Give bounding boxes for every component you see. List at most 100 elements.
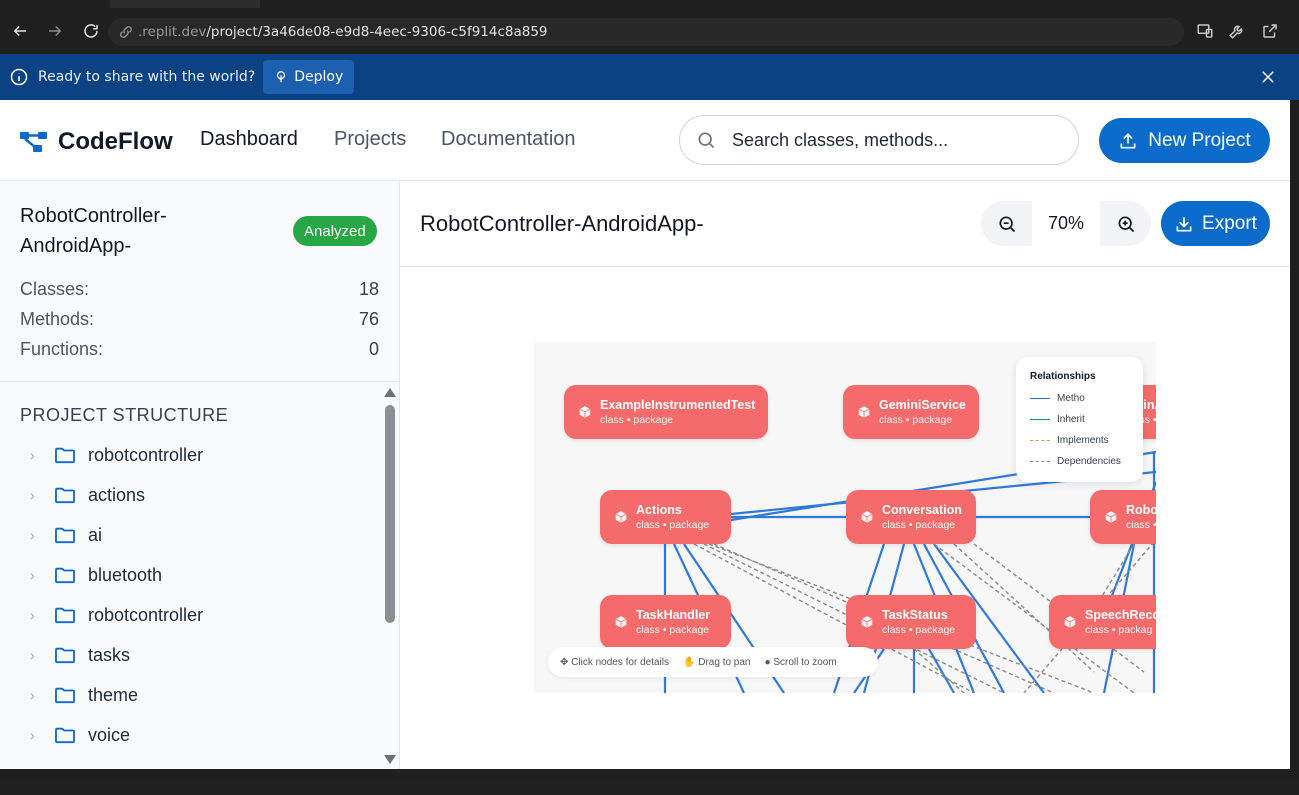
stat-value: 0 [368,339,379,359]
folder-label: robotcontroller [88,444,204,465]
folder-icon [55,607,75,624]
class-node[interactable]: ExampleInstrumentedTest class • package [564,385,768,439]
deploy-button[interactable]: Deploy [263,60,355,94]
hint-drag-text: Drag to pan [698,656,751,668]
chevron-right-icon: › [30,447,35,463]
node-name: GeminiService [879,397,966,412]
export-button[interactable]: Export [1161,201,1270,246]
zoom-out-icon [999,216,1015,232]
close-icon[interactable] [1259,68,1277,86]
folder-item[interactable]: › voice [30,720,130,750]
zoom-in-icon [1118,216,1134,232]
zoom-level: 70% [1032,201,1100,246]
diagram-canvas[interactable]: ExampleInstrumentedTest class • package Ge… [534,342,1156,693]
class-node[interactable]: TaskHandler class • package [600,595,731,649]
stat-label: Classes: [20,279,90,299]
open-external-icon[interactable] [1259,20,1281,42]
class-node[interactable]: Actions class • package [600,490,731,544]
node-text: SpeechReco class • packag [1085,608,1156,637]
hint-zoom: ● Scroll to zoom [764,656,837,668]
main-header: RobotController-AndroidApp- 70% Export [400,181,1290,267]
class-node[interactable]: GeminiService class • package [843,385,979,439]
nav-documentation[interactable]: Documentation [441,128,576,151]
cube-icon [1105,511,1117,523]
search-input[interactable] [732,129,1052,151]
node-text: GeminiService class • package [879,398,966,427]
folder-item[interactable]: › tasks [30,640,130,670]
chevron-right-icon: › [30,687,35,703]
folder-label: actions [88,484,146,505]
wrench-icon[interactable] [1226,20,1248,42]
scroll-thumb[interactable] [385,405,395,623]
scroll-down-arrow[interactable] [384,755,396,764]
back-icon[interactable] [8,19,32,43]
stat-label: Functions: [20,339,104,359]
folder-icon [55,727,75,744]
cube-icon [615,511,627,523]
folder-label: ai [88,524,103,545]
folder-item[interactable]: › robotcontroller [30,440,203,470]
address-bar[interactable]: .replit.dev/project/3a46de08-e9d8-4eec-9… [108,18,1184,46]
new-project-button[interactable]: New Project [1099,118,1270,163]
method-call-edge [928,648,955,693]
node-name: Robot [1126,502,1156,517]
cast-icon[interactable] [1194,20,1216,42]
node-subtitle: class • package [879,413,953,426]
stat-classes: Classes: 18 [20,279,379,300]
scroll-up-arrow[interactable] [384,388,396,397]
folder-label: voice [88,724,131,745]
folder-item[interactable]: › bluetooth [30,560,162,590]
node-subtitle: class • packag [1085,623,1153,636]
class-node[interactable]: SpeechReco class • packag [1049,595,1156,649]
folder-icon [55,447,75,464]
legend-label: Inherit [1057,414,1085,425]
class-node[interactable]: Conversation class • package [846,490,976,544]
chevron-right-icon: › [30,727,35,743]
node-name: Actions [636,502,682,517]
url-path: /project/3a46de08-e9d8-4eec-9306-c5f914c… [206,24,548,40]
nav-projects[interactable]: Projects [334,128,406,151]
legend-swatch [1030,461,1050,462]
forward-icon[interactable] [43,19,67,43]
zoom-out-button[interactable] [981,201,1032,246]
node-name: TaskStatus [882,607,948,622]
reload-icon[interactable] [79,19,103,43]
legend-label: Metho [1057,393,1085,404]
folder-item[interactable]: › theme [30,680,138,710]
structure-title: PROJECT STRUCTURE [20,405,229,425]
chevron-right-icon: › [30,527,35,543]
folder-item[interactable]: › ai [30,520,102,550]
logo[interactable]: CodeFlow [20,128,173,156]
node-text: Actions class • package [636,503,709,532]
zoom-in-button[interactable] [1100,201,1151,246]
project-info: RobotController-AndroidApp- Analyzed Cla… [0,181,399,382]
app-window: CodeFlow Dashboard Projects Documentatio… [0,100,1290,769]
cube-icon [1064,616,1076,628]
node-text: TaskHandler class • package [636,608,710,637]
logo-text: CodeFlow [58,128,173,155]
nav-dashboard[interactable]: Dashboard [200,128,298,151]
cube-icon [861,511,873,523]
legend-row: Implements [1030,430,1143,451]
node-subtitle: class • package [882,623,956,636]
zoom-controls: 70% [981,201,1151,246]
legend-swatch [1030,398,1050,399]
folder-icon [55,567,75,584]
chevron-right-icon: › [30,647,35,663]
sidebar-scrollbar[interactable] [382,383,398,769]
legend-row: Dependencies [1030,451,1143,472]
upload-icon [1120,132,1136,148]
export-label: Export [1202,212,1257,234]
search-bar[interactable] [679,115,1079,165]
search-icon [698,132,715,149]
node-name: ExampleInstrumentedTest [600,397,756,412]
class-node[interactable]: TaskStatus class • package [846,595,976,649]
class-node[interactable]: Robotclass • [1090,490,1156,544]
chevron-right-icon: › [30,607,35,623]
relationships-legend: Relationships Metho Inherit Implements Depe… [1016,357,1143,482]
folder-item[interactable]: › actions [30,480,145,510]
node-name: TaskHandler [636,607,711,622]
node-subtitle: class • [1126,518,1156,531]
folder-item[interactable]: › robotcontroller [30,600,203,630]
site-info-icon[interactable] [118,24,134,40]
